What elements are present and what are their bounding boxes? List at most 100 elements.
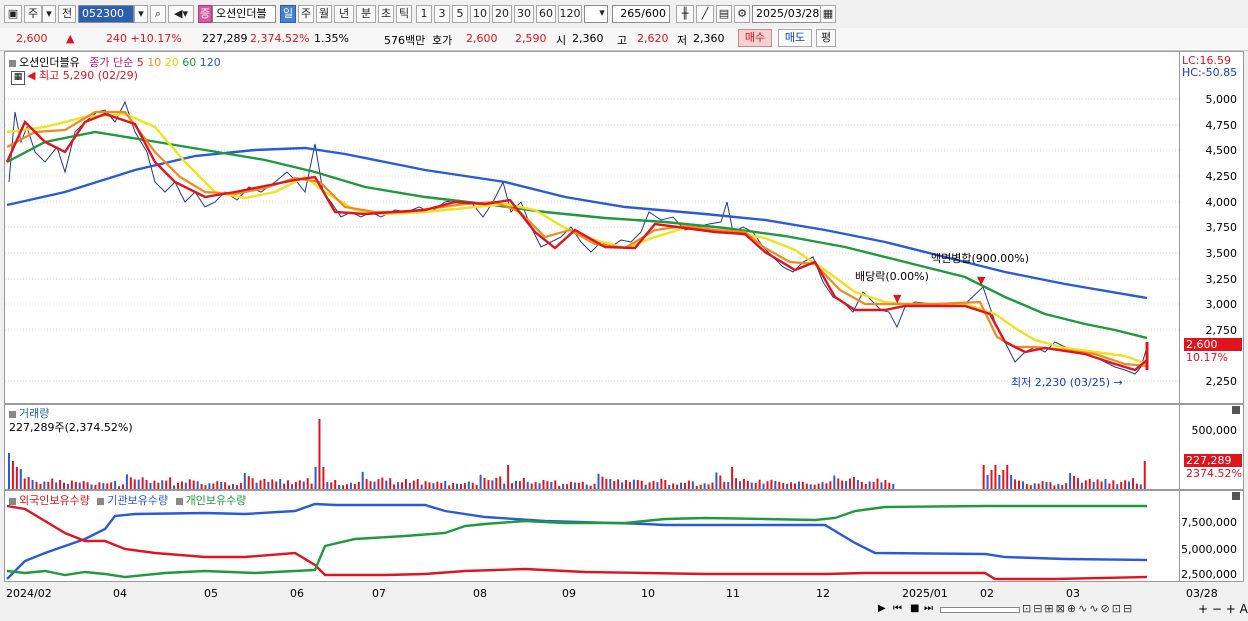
volume-bar [860, 481, 863, 489]
volume-bar [15, 467, 18, 489]
volume-bar [98, 482, 101, 489]
price-chart-pane[interactable]: 오션인더블유 종가 단순 5 10 20 60 120 ◀ 최고 5,290 (… [4, 51, 1180, 404]
volume-bar [746, 480, 749, 489]
period-week-button[interactable]: 주 [298, 5, 314, 23]
volume-bar [169, 477, 172, 489]
holdings-pane[interactable]: 외국인보유수량 기관보유수량 개인보유수량 [4, 490, 1180, 582]
volume-bar [247, 476, 250, 489]
speaker-icon[interactable]: ◀▾ [168, 5, 194, 23]
volume-bar [47, 481, 50, 489]
code-dropdown-icon[interactable]: ▾ [134, 5, 148, 23]
draw-tool-icon[interactable]: ╱ [696, 5, 714, 23]
volume-bar [687, 480, 690, 489]
interval-60-button[interactable]: 60 [536, 5, 556, 23]
institution-legend: 기관보유수량 [107, 494, 169, 507]
price-chart-svg[interactable] [5, 52, 1179, 403]
grid-toggle-icon[interactable]: ▦ [11, 71, 25, 85]
volume-bar [1135, 483, 1138, 489]
volume-bar [864, 483, 867, 489]
volume-bar [664, 480, 667, 489]
volume-bar [825, 483, 828, 489]
search-icon[interactable]: ⌕ [150, 5, 166, 23]
volume-bar [585, 484, 588, 489]
pane-close-icon[interactable] [1232, 406, 1240, 414]
volume-bar [1128, 481, 1131, 489]
foreign-legend: 외국인보유수량 [19, 494, 90, 507]
scroll-right-icon[interactable]: ▶ [878, 602, 888, 616]
volume-bar [809, 484, 812, 489]
volume-bar [385, 480, 388, 489]
interval-1-button[interactable]: 1 [416, 5, 432, 23]
prev-button[interactable]: 전 [58, 5, 76, 23]
calendar-icon[interactable]: ▦ [820, 5, 836, 23]
period-month-button[interactable]: 월 [316, 5, 332, 23]
zoom-controls[interactable]: + − + A [1198, 601, 1248, 617]
save-icon[interactable]: ▤ [716, 5, 732, 23]
interval-30-button[interactable]: 30 [514, 5, 534, 23]
candle-style-icon[interactable]: ╫ [676, 5, 694, 23]
volume-bar [735, 478, 738, 489]
gear-icon[interactable]: ⚙ [734, 5, 750, 23]
volume-bar [290, 484, 293, 489]
volume-bar [668, 484, 671, 489]
volume-bar [546, 481, 549, 489]
price-tick: 3,000 [1205, 298, 1238, 311]
buy-button[interactable]: 매수 [738, 29, 772, 47]
chart-layout-icon[interactable]: ▣ [4, 5, 22, 23]
volume-bar [444, 480, 447, 489]
interval-20-button[interactable]: 20 [492, 5, 512, 23]
volume-bar [110, 482, 113, 489]
x-tick: 08 [473, 587, 487, 600]
period-minute-button[interactable]: 분 [356, 5, 376, 23]
scroll-end-icon[interactable]: ⏭ [924, 602, 936, 616]
font-size-icon[interactable]: A [1240, 602, 1248, 616]
period-tick-button[interactable]: 틱 [396, 5, 412, 23]
ma10-line [6, 110, 1148, 368]
chevron-down-icon[interactable]: ▾ [596, 5, 608, 23]
volume-bar [499, 476, 502, 489]
volume-bar [401, 482, 403, 489]
scroll-start-icon[interactable]: ⏮ [893, 602, 905, 616]
interval-10-button[interactable]: 10 [470, 5, 490, 23]
volume-bar [1131, 478, 1134, 489]
interval-120-button[interactable]: 120 [558, 5, 582, 23]
volume-bar [888, 482, 891, 489]
date-field[interactable]: 2025/03/28 [752, 5, 822, 23]
open-price: 2,360 [572, 32, 604, 45]
eval-button[interactable]: 평 [816, 29, 836, 47]
volume-bar [412, 480, 415, 489]
volume-bar [90, 484, 93, 489]
volume-bar [821, 482, 824, 489]
volume-bar [841, 480, 844, 489]
interval-5-button[interactable]: 5 [452, 5, 468, 23]
stock-code-input[interactable]: 052300 [78, 5, 134, 23]
chart-tools-icons[interactable]: ⊡⊟⊞⊠⊕∿∿⊘⊡⊟ [1022, 601, 1222, 617]
volume-bar [483, 477, 486, 489]
count-field[interactable]: 265/600 [612, 5, 670, 23]
volume-bar [1029, 485, 1032, 489]
interval-3-button[interactable]: 3 [434, 5, 450, 23]
x-tick: 2024/02 [6, 587, 52, 600]
volume-pane[interactable]: 거래량 227,289주(2,374.52%) [4, 404, 1180, 490]
zoom-out-icon[interactable]: − [1212, 602, 1222, 616]
period-select[interactable]: 주 [24, 5, 42, 23]
volume-bar [420, 484, 423, 489]
period-second-button[interactable]: 초 [378, 5, 394, 23]
count-value[interactable]: 265 [620, 7, 641, 20]
period-day-button[interactable]: 일 [280, 5, 296, 23]
chevron-down-icon[interactable]: ▾ [42, 5, 56, 23]
stop-icon[interactable]: ■ [910, 602, 920, 616]
volume-bar [251, 478, 254, 489]
pane-close-icon[interactable] [1232, 492, 1240, 500]
sell-button[interactable]: 매도 [778, 29, 812, 47]
price-tick: 3,500 [1205, 247, 1238, 260]
scrollbar-track[interactable] [940, 607, 1020, 613]
volume-bar [845, 480, 848, 489]
zoom-in-icon[interactable]: + [1198, 602, 1208, 616]
zoom-reset-icon[interactable]: + [1226, 602, 1236, 616]
volume-tick: 500,000 [1191, 424, 1238, 437]
volume-bar [471, 482, 474, 489]
period-year-button[interactable]: 년 [334, 5, 354, 23]
volume-bar [1073, 476, 1076, 489]
volume-bar [1112, 480, 1115, 489]
